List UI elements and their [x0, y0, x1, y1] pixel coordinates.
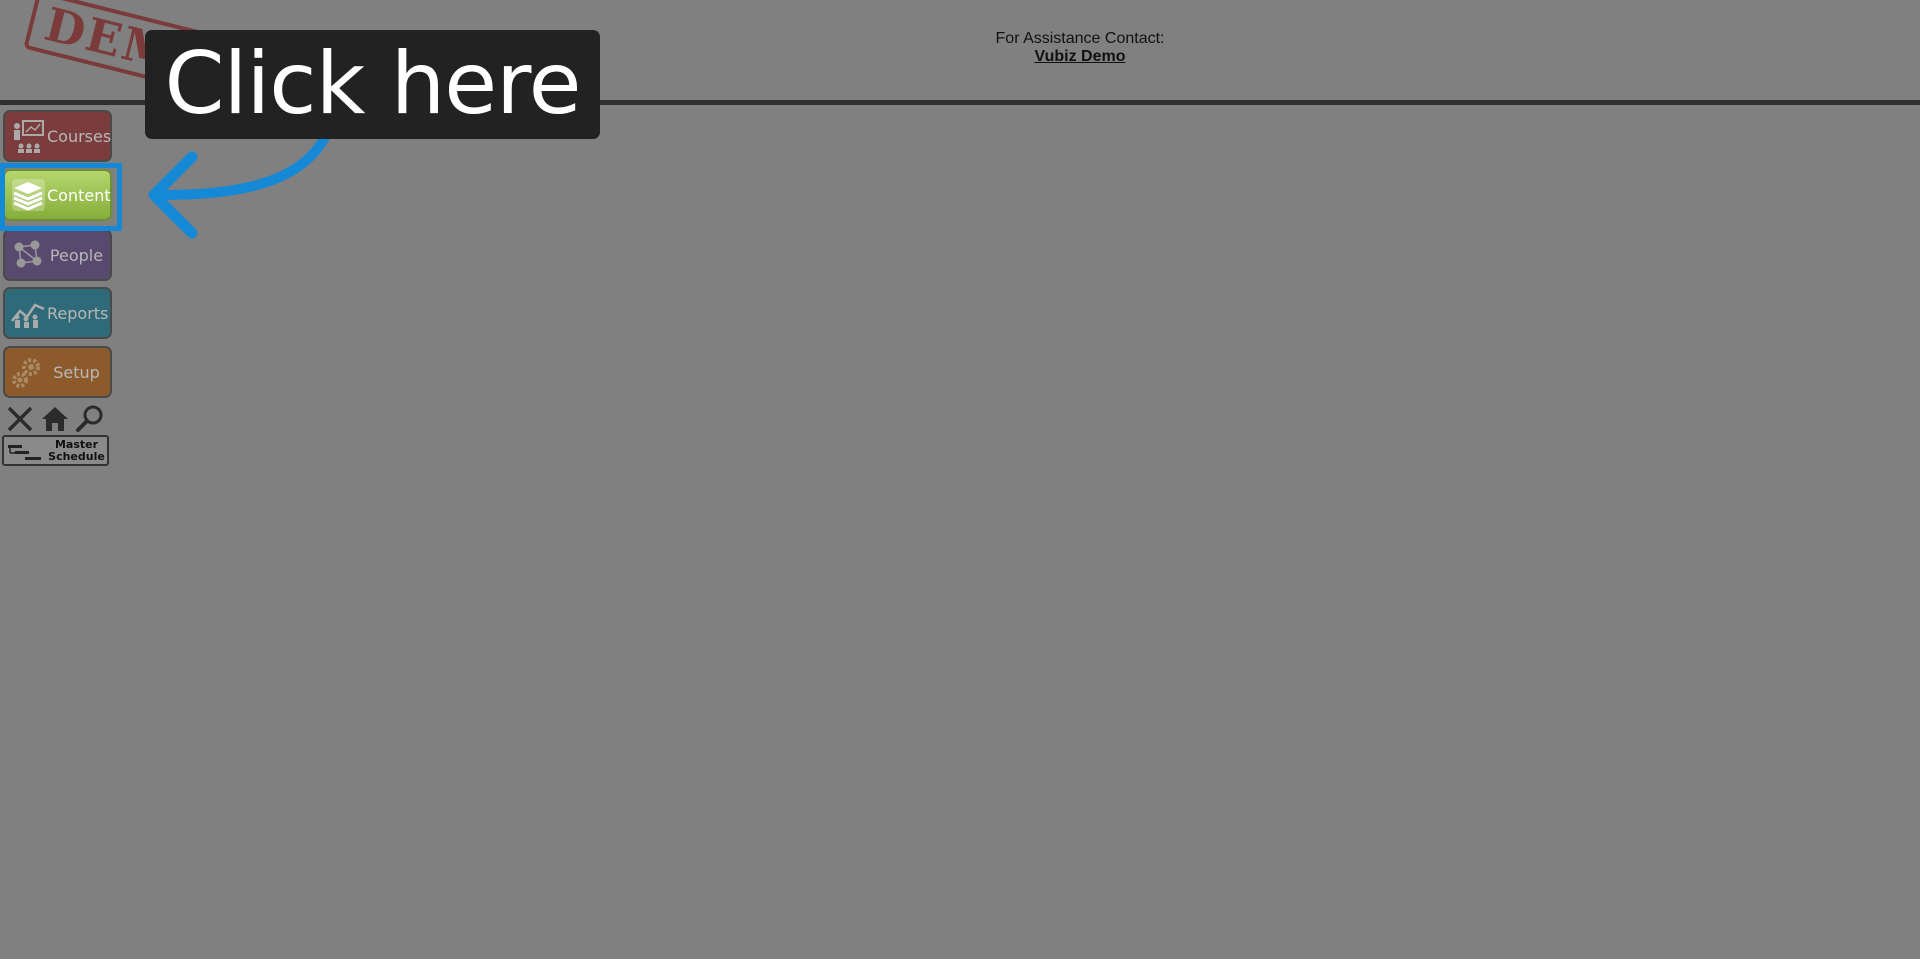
- nav-people-label: People: [49, 245, 104, 265]
- click-here-tooltip: Click here: [145, 30, 600, 139]
- contact-link[interactable]: Vubiz Demo: [880, 48, 1280, 66]
- gantt-icon: [8, 445, 41, 460]
- network-icon: [14, 240, 42, 268]
- gears-icon: [12, 358, 40, 388]
- master-schedule-button[interactable]: Master Schedule: [2, 435, 109, 466]
- nav-courses-label: Courses: [47, 126, 112, 146]
- search-icon[interactable]: [75, 404, 105, 434]
- master-schedule-label: Master Schedule: [48, 438, 105, 463]
- nav-setup-label: Setup: [53, 362, 100, 382]
- nav-content-label: Content: [47, 185, 111, 205]
- close-icon[interactable]: [5, 404, 35, 434]
- home-icon[interactable]: [40, 404, 70, 434]
- tool-row: [3, 404, 113, 434]
- nav-reports-label: Reports: [47, 303, 109, 323]
- chart-people-icon: [11, 303, 45, 328]
- nav-courses-button[interactable]: Courses: [3, 110, 112, 162]
- nav-people-button[interactable]: People: [3, 229, 112, 281]
- nav-setup-button[interactable]: Setup: [3, 346, 112, 398]
- nav-content-button[interactable]: Content: [3, 169, 112, 221]
- assistance-label: For Assistance Contact:: [995, 30, 1165, 47]
- stack-icon: [12, 179, 45, 211]
- nav-reports-button[interactable]: Reports: [3, 287, 112, 339]
- assistance-contact: For Assistance Contact: Vubiz Demo: [880, 30, 1280, 66]
- presenter-icon: [14, 120, 44, 153]
